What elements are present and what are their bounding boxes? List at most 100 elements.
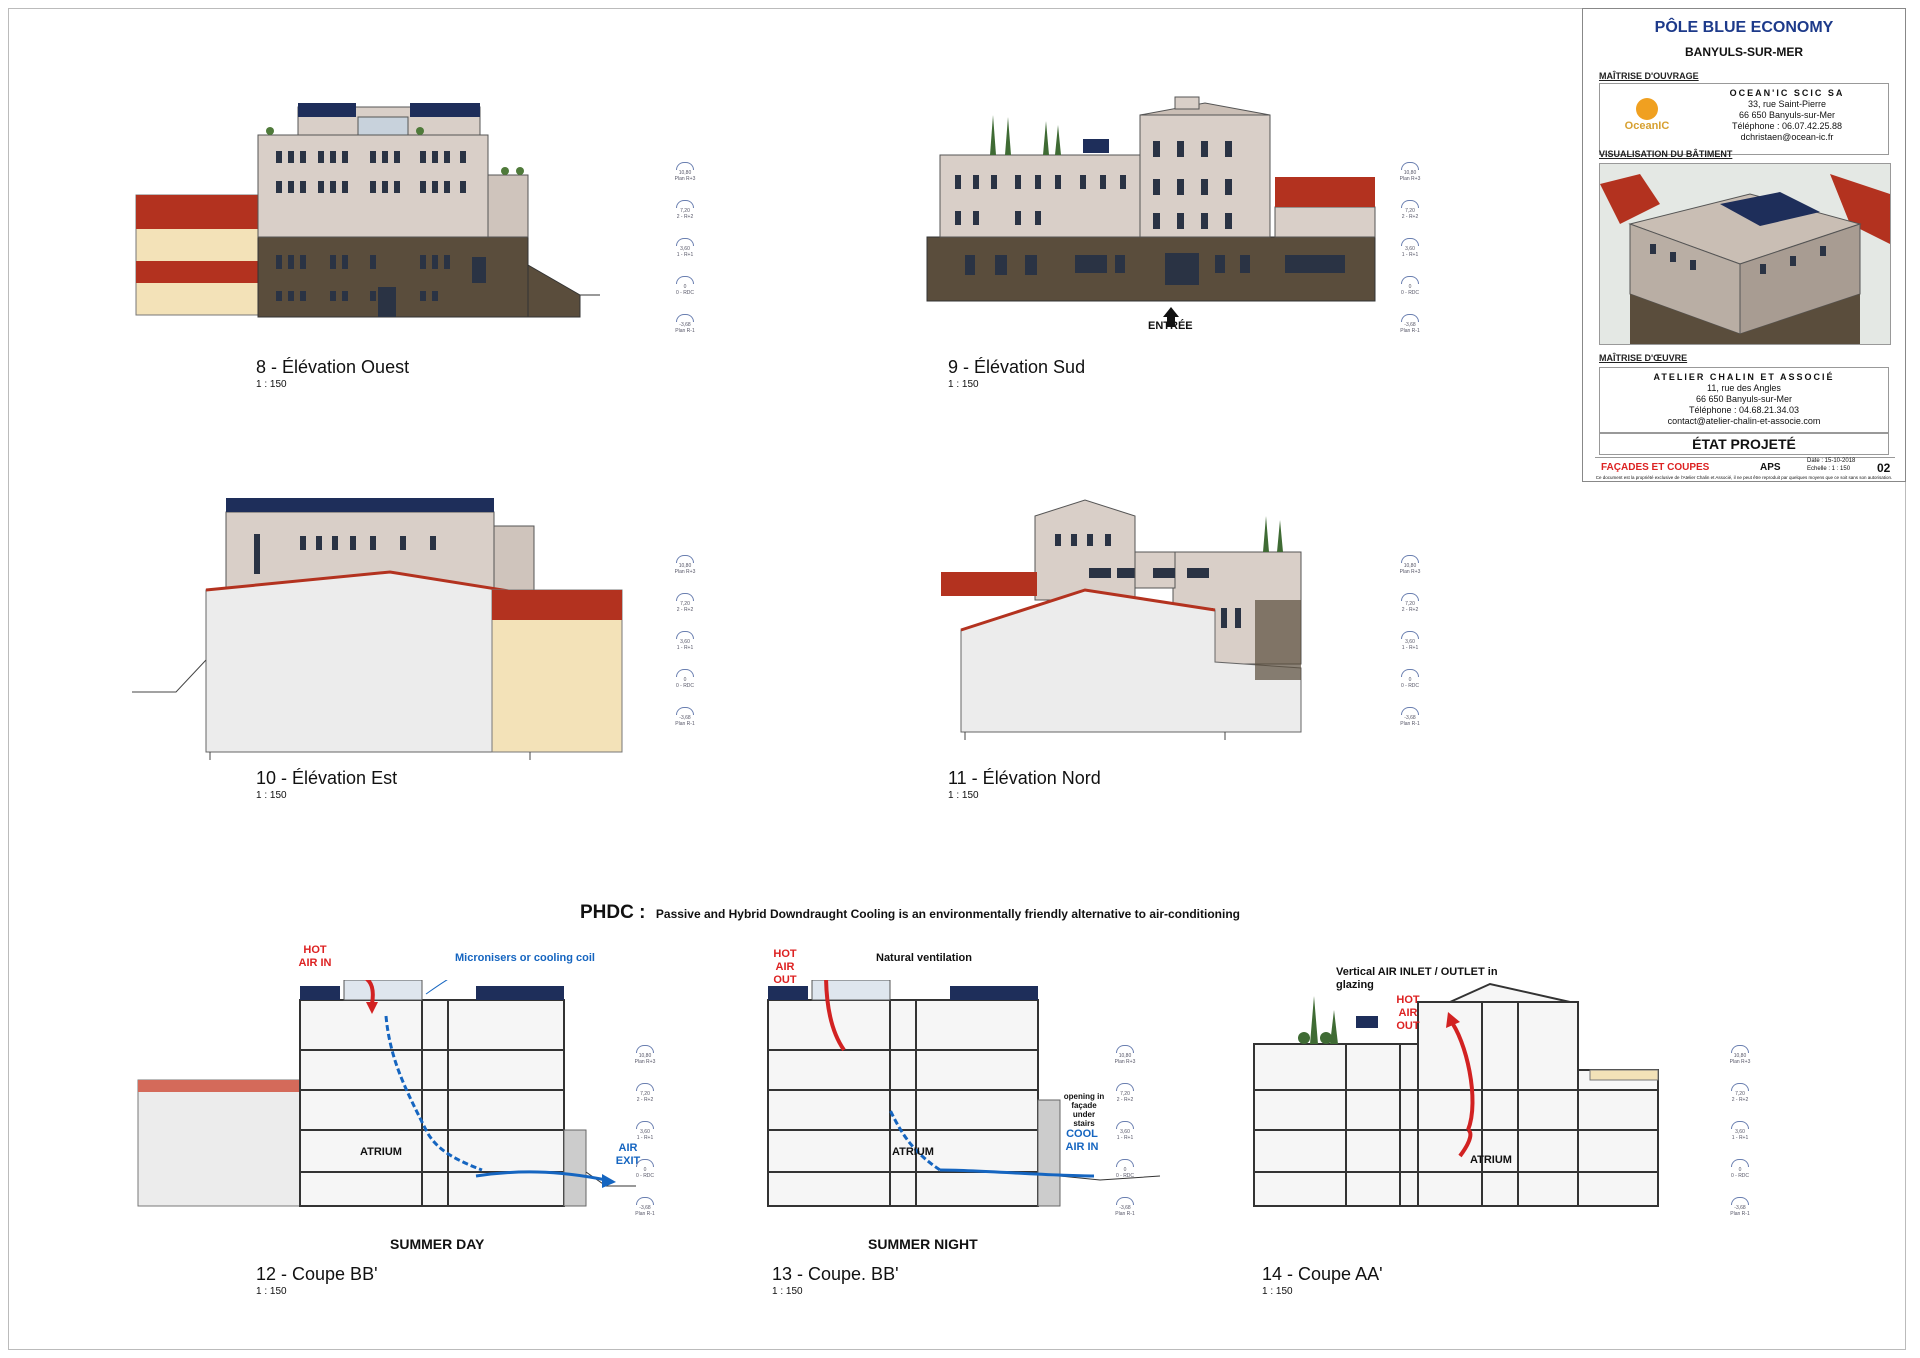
elevation-est-drawing: [132, 498, 623, 760]
vertical-inlet-label: Vertical AIR INLET / OUTLET in glazing: [1336, 966, 1498, 991]
phdc-head: PHDC :: [580, 902, 646, 923]
level-symbol-icon: [1401, 669, 1419, 677]
architect-line-4: contact@atelier-chalin-et-associe.com: [1667, 416, 1821, 426]
owner-details: OCEAN'IC SCIC SA 33, rue Saint-Pierre 66…: [1692, 88, 1882, 143]
owner-line-2: 66 650 Banyuls-sur-Mer: [1738, 110, 1836, 120]
level-symbol-icon: [1401, 276, 1419, 284]
level-marker: 10,80 Plan R+3: [665, 555, 705, 575]
hot-air-in-label: HOT AIR IN: [298, 944, 332, 969]
view-scale-10: 1 : 150: [256, 790, 287, 801]
level-name: Plan R-1: [675, 328, 695, 334]
level-name: 2 - R+2: [676, 607, 694, 613]
level-symbol-icon: [676, 631, 694, 639]
level-name: Plan R+3: [674, 176, 696, 182]
level-symbol-icon: [1401, 162, 1419, 170]
level-name: Plan R+3: [674, 569, 696, 575]
level-name: Plan R+3: [1399, 569, 1421, 575]
hot-air-out-label-aa: HOT AIR OUT: [1396, 994, 1420, 1032]
architect-box: ATELIER CHALIN ET ASSOCIÉ 11, rue des An…: [1599, 367, 1889, 433]
level-symbol-icon: [1731, 1045, 1749, 1053]
sun-icon: [1636, 98, 1658, 120]
level-symbol-icon: [636, 1197, 654, 1205]
level-marker: 3,60 1 - R+1: [1105, 1121, 1145, 1141]
level-symbol-icon: [676, 669, 694, 677]
elevation-ouest-drawing: [135, 103, 600, 318]
level-name: 0 - RDC: [1400, 290, 1420, 296]
level-name: Plan R-1: [1400, 721, 1420, 727]
level-marker: 00 - RDC: [1390, 276, 1430, 296]
level-symbol-icon: [676, 276, 694, 284]
level-symbol-icon: [676, 200, 694, 208]
project-town: BANYULS-SUR-MER: [1685, 45, 1803, 59]
drawing-sheet: ENTRÉE 8 - Élévation Ouest 1: 150 9 - É…: [0, 0, 1920, 1358]
level-marker: 7,20 2 - R+2: [1105, 1083, 1145, 1103]
level-symbol-icon: [1401, 238, 1419, 246]
view-title-12: 12 - Coupe BB': [256, 1264, 378, 1284]
level-marker: 7,20 2 - R+2: [625, 1083, 665, 1103]
level-name: 1 - R+1: [676, 252, 694, 258]
level-symbol-icon: [1116, 1083, 1134, 1091]
level-symbol-icon: [676, 162, 694, 170]
level-marker: 7,20 2 - R+2: [665, 200, 705, 220]
level-symbol-icon: [1116, 1159, 1134, 1167]
natural-ventilation-label: Natural ventilation: [876, 952, 972, 964]
view-title-8: 8 - Élévation Ouest: [256, 357, 410, 377]
sheet-date: Date : 15-10-2018: [1807, 458, 1856, 464]
level-name: 2 - R+2: [636, 1097, 654, 1103]
elevation-nord-drawing: [941, 499, 1302, 740]
level-marker: 00 - RDC: [1390, 669, 1430, 689]
level-name: 2 - R+2: [1731, 1097, 1749, 1103]
level-symbol-icon: [1116, 1197, 1134, 1205]
view-scale-13: 1 : 150: [772, 1286, 803, 1297]
level-name: 1 - R+1: [1731, 1135, 1749, 1141]
elevation-sud-drawing: [926, 96, 1376, 327]
level-symbol-icon: [1401, 631, 1419, 639]
level-marker: 3,60 1 - R+1: [665, 238, 705, 258]
phdc-text: Passive and Hybrid Downdraught Cooling i…: [655, 907, 1240, 921]
owner-line-4: dchristaen@ocean-ic.fr: [1740, 132, 1834, 142]
level-symbol-icon: [636, 1045, 654, 1053]
level-symbol-icon: [1731, 1083, 1749, 1091]
level-name: 0 - RDC: [635, 1173, 655, 1179]
level-marker: 7,20 2 - R+2: [665, 593, 705, 613]
level-marker: 3,60 1 - R+1: [1720, 1121, 1760, 1141]
sheet-scale: Echelle : 1 : 150: [1807, 466, 1851, 472]
level-name: 2 - R+2: [1401, 214, 1419, 220]
level-marker: 00 - RDC: [625, 1159, 665, 1179]
level-name: Plan R-1: [635, 1211, 655, 1217]
view-scale-11: 1 : 150: [948, 790, 979, 801]
opening-facade-label: opening in façade under stairs: [1063, 1092, 1105, 1128]
level-name: Plan R+3: [634, 1059, 656, 1065]
level-marker: 00 - RDC: [665, 276, 705, 296]
level-marker: 10,80 Plan R+3: [1720, 1045, 1760, 1065]
hot-air-out-label-night: HOT AIR OUT: [773, 948, 797, 986]
level-name: 0 - RDC: [675, 683, 695, 689]
view-title-9: 9 - Élévation Sud: [948, 357, 1086, 377]
building-3d-view: [1599, 163, 1891, 345]
micronisers-label: Micronisers or cooling coil: [455, 952, 595, 964]
level-name: Plan R-1: [1400, 328, 1420, 334]
level-name: 0 - RDC: [1730, 1173, 1750, 1179]
visual-section-label: VISUALISATION DU BÂTIMENT: [1599, 149, 1733, 159]
oceanic-logo: OceanIC: [1612, 98, 1682, 142]
view-scale-12: 1 : 150: [256, 1286, 287, 1297]
level-name: 2 - R+2: [676, 214, 694, 220]
level-marker: -3,68 Plan R-1: [665, 707, 705, 727]
view-title-14: 14 - Coupe AA': [1262, 1264, 1383, 1284]
level-marker: -3,68 Plan R-1: [1720, 1197, 1760, 1217]
disclaimer: Ce document est la propriété exclusive d…: [1595, 475, 1893, 480]
level-symbol-icon: [676, 314, 694, 322]
owner-box: OceanIC OCEAN'IC SCIC SA 33, rue Saint-P…: [1599, 83, 1889, 155]
title-block: PÔLE BLUE ECONOMY BANYULS-SUR-MER MAÎTRI…: [1582, 8, 1906, 482]
level-symbol-icon: [1116, 1121, 1134, 1129]
atrium-label-night: ATRIUM: [892, 1146, 934, 1158]
level-symbol-icon: [1401, 314, 1419, 322]
level-symbol-icon: [1116, 1045, 1134, 1053]
level-marker: 3,60 1 - R+1: [625, 1121, 665, 1141]
level-marker: 3,60 1 - R+1: [665, 631, 705, 651]
level-symbol-icon: [676, 555, 694, 563]
level-symbol-icon: [1401, 593, 1419, 601]
sheet-title: FAÇADES ET COUPES: [1601, 462, 1710, 473]
level-symbol-icon: [676, 238, 694, 246]
level-symbol-icon: [636, 1083, 654, 1091]
